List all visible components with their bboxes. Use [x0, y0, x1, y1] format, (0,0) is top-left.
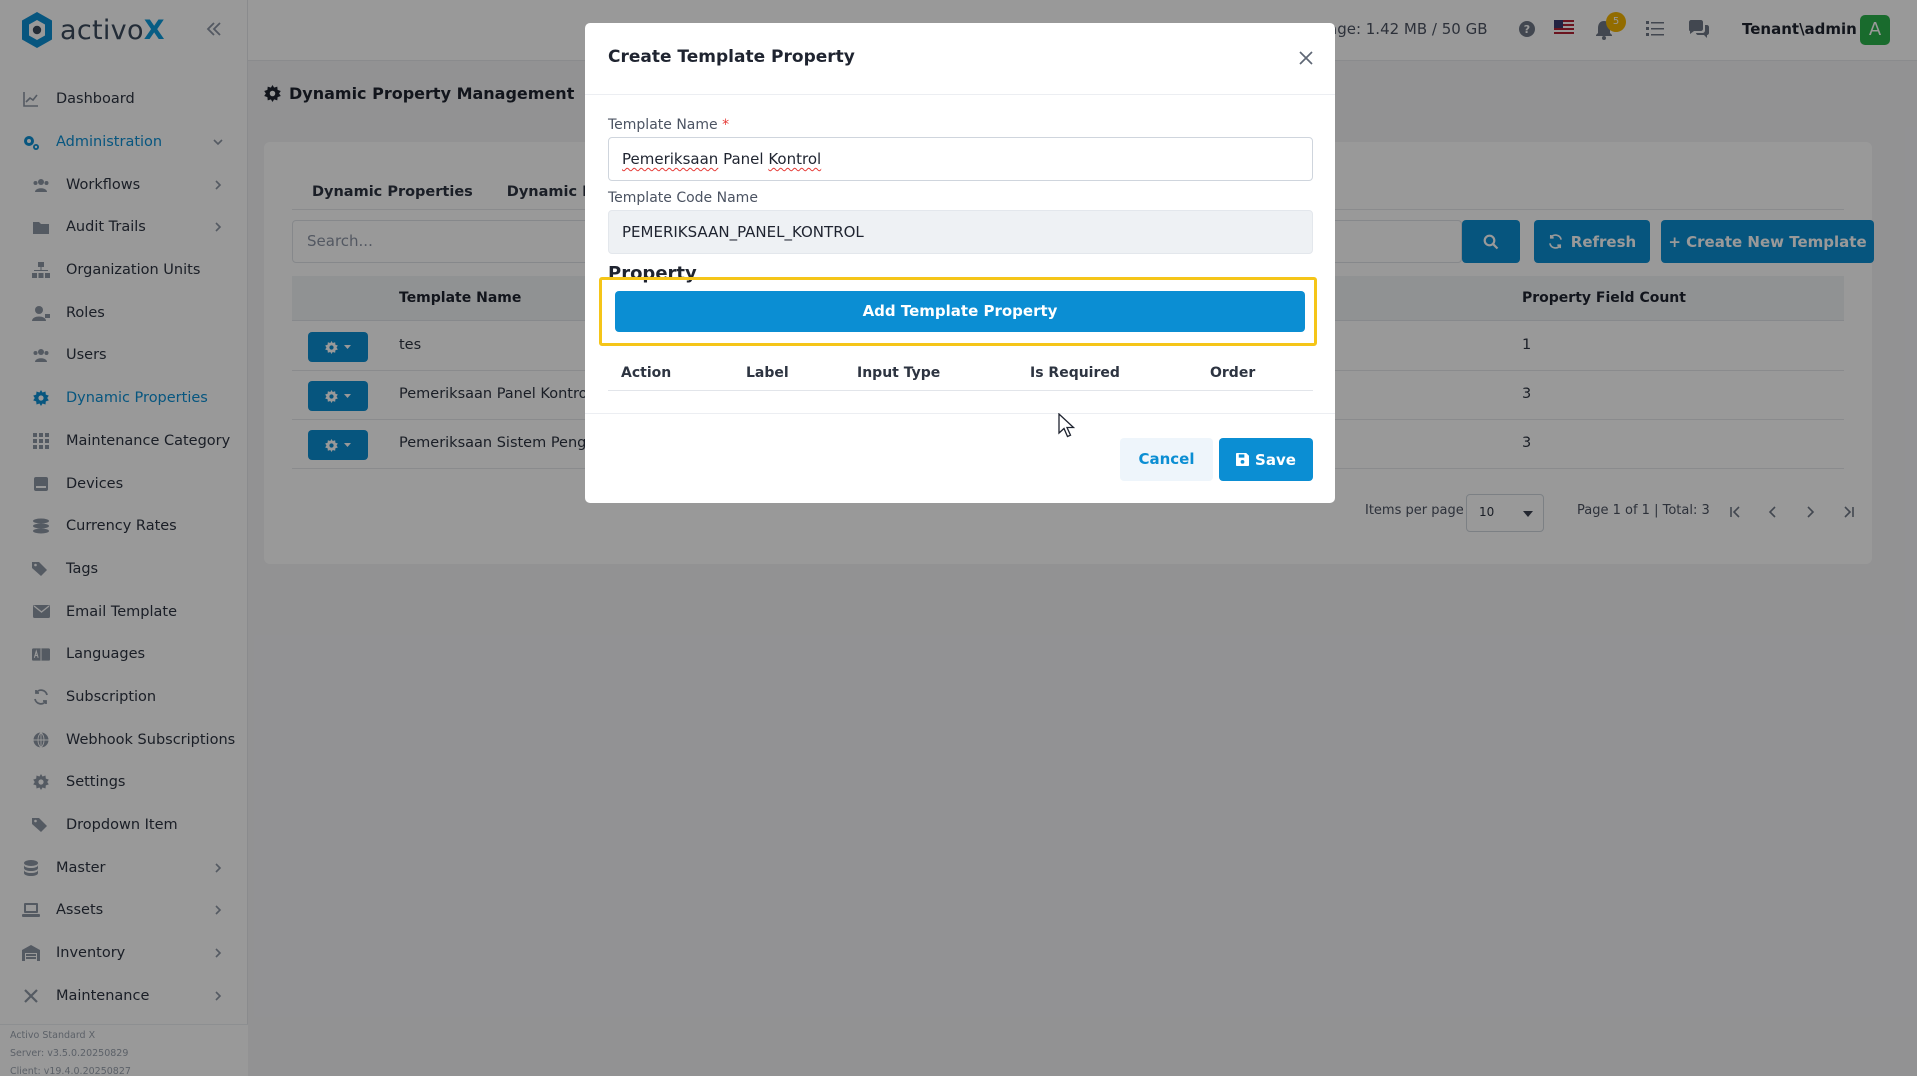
dialog-title: Create Template Property — [608, 47, 855, 67]
close-icon[interactable] — [1297, 49, 1315, 67]
mouse-cursor-icon — [1058, 413, 1076, 438]
dialog-header: Create Template Property — [585, 23, 1335, 95]
cancel-button[interactable]: Cancel — [1120, 438, 1213, 481]
save-button[interactable]: Save — [1219, 438, 1313, 481]
column-label: Label — [746, 365, 789, 381]
column-input-type: Input Type — [857, 365, 941, 381]
create-template-property-dialog: Create Template Property Template Name *… — [585, 23, 1335, 503]
required-asterisk: * — [722, 117, 730, 133]
template-name-input[interactable]: Pemeriksaan Panel Kontrol — [608, 137, 1313, 181]
column-is-required: Is Required — [1030, 365, 1120, 381]
template-code-name-label: Template Code Name — [608, 190, 758, 206]
save-label: Save — [1255, 450, 1296, 469]
template-code-name-input[interactable]: PEMERIKSAAN_PANEL_KONTROL — [608, 210, 1313, 254]
column-action: Action — [621, 365, 672, 381]
column-order: Order — [1210, 365, 1256, 381]
add-template-property-button[interactable]: Add Template Property — [615, 291, 1305, 332]
property-table-header: Action Label Input Type Is Required Orde… — [608, 355, 1313, 391]
template-name-label: Template Name * — [608, 117, 730, 133]
save-icon — [1236, 453, 1250, 466]
